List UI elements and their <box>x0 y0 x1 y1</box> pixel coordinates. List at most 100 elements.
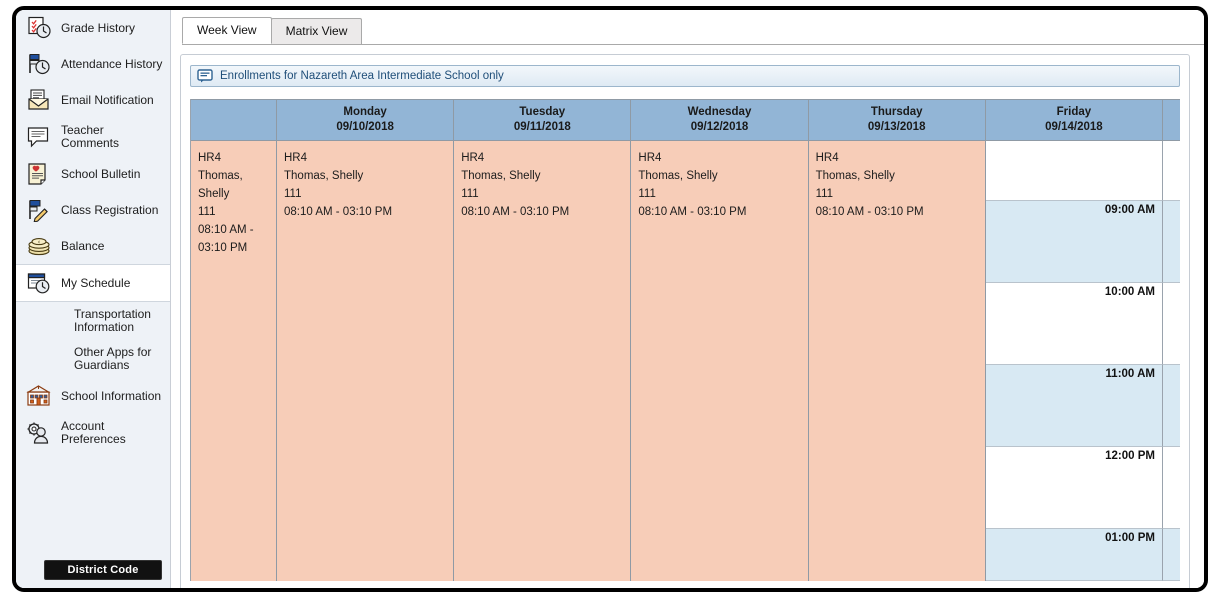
calendar-event-block[interactable]: HR4 Thomas, Shelly 111 08:10 AM - 03:10 PM <box>808 141 986 581</box>
week-calendar: Monday 09/10/2018 Tuesday 09/11/2018 Wednesd… <box>190 99 1180 588</box>
sidebar-item-label: Other Apps for Guardians <box>74 345 152 372</box>
message-monitor-icon <box>197 69 213 83</box>
event-course: HR4 <box>638 152 662 164</box>
school-bulletin-icon <box>26 162 52 186</box>
calendar-event-block[interactable]: HR4 Thomas, Shelly 111 08:10 AM - 03:10 PM <box>631 141 809 581</box>
sidebar-item-account-preferences[interactable]: Account Preferences <box>16 414 170 452</box>
sidebar-item-school-bulletin[interactable]: School Bulletin <box>16 156 170 192</box>
time-slot-label <box>985 141 1163 201</box>
event-time: 08:10 AM - 03:10 PM <box>638 206 747 218</box>
calendar-event-block[interactable]: HR4 Thomas, Shelly 111 08:10 AM - 03:10 PM <box>277 141 455 581</box>
event-teacher: Thomas, Shelly <box>815 170 895 182</box>
day-date: 09/12/2018 <box>690 121 749 133</box>
day-date: 09/10/2018 <box>336 121 394 133</box>
calendar-day-header: Wednesday 09/12/2018 <box>631 99 809 141</box>
sidebar-item-grade-history[interactable]: Grade History <box>16 10 170 46</box>
sidebar-item-label: Grade History <box>61 20 136 35</box>
event-course: HR4 <box>198 152 222 164</box>
school-information-icon <box>26 384 52 408</box>
sidebar-item-label: School Bulletin <box>61 166 141 181</box>
sidebar-item-my-schedule[interactable]: My Schedule <box>16 264 170 302</box>
teacher-comments-icon <box>26 125 52 149</box>
sidebar-item-label: School Information <box>61 388 162 403</box>
event-course: HR4 <box>461 152 485 164</box>
sidebar-item-email-notification[interactable]: Email Notification <box>16 82 170 118</box>
event-time: 08:10 AM - 03:10 PM <box>198 224 254 254</box>
day-name: Thursday <box>870 106 923 118</box>
calendar-event-block[interactable]: HR4 Thomas, Shelly 111 08:10 AM - 03:10 PM <box>454 141 632 581</box>
calendar-day-header: Tuesday 09/11/2018 <box>454 99 632 141</box>
event-course: HR4 <box>284 152 308 164</box>
event-teacher: Thomas, Shelly <box>461 170 541 182</box>
sidebar-item-label: Transportation Information <box>74 307 151 334</box>
day-date: 09/13/2018 <box>867 121 926 133</box>
sidebar-item-label: Attendance History <box>61 56 163 71</box>
event-room: 111 <box>638 188 656 200</box>
day-date: 09/11/2018 <box>513 121 571 133</box>
calendar-grid: Monday 09/10/2018 Tuesday 09/11/2018 Wednesd… <box>190 99 1180 581</box>
event-time: 08:10 AM - 03:10 PM <box>284 206 393 218</box>
sidebar-item-other-apps-for-guardians[interactable]: Other Apps for Guardians <box>16 340 170 378</box>
day-name: Monday <box>343 106 387 118</box>
day-name: Wednesday <box>687 106 752 118</box>
event-time: 08:10 AM - 03:10 PM <box>815 206 924 218</box>
event-room: 111 <box>284 188 302 200</box>
day-name: Tuesday <box>519 106 566 118</box>
day-name: Friday <box>1056 106 1092 118</box>
svg-text:¢: ¢ <box>38 239 40 244</box>
tab-matrix-view[interactable]: Matrix View <box>270 18 363 44</box>
sidebar-item-class-registration[interactable]: Class Registration <box>16 192 170 228</box>
event-time: 08:10 AM - 03:10 PM <box>461 206 570 218</box>
district-code-button[interactable]: District Code <box>44 560 162 580</box>
balance-icon: ¢ <box>26 234 52 258</box>
enrollment-info-bar: Enrollments for Nazareth Area Intermedia… <box>190 65 1180 87</box>
account-preferences-icon <box>26 421 52 445</box>
enrollment-info-text: Enrollments for Nazareth Area Intermedia… <box>220 70 504 82</box>
sidebar-item-label: Email Notification <box>61 92 154 107</box>
event-room: 111 <box>815 188 834 200</box>
sidebar-item-label: Class Registration <box>61 202 159 217</box>
calendar-tail-cell <box>1162 201 1180 283</box>
event-teacher: Thomas, Shelly <box>198 170 243 200</box>
sidebar-item-label: Account Preferences <box>61 419 126 446</box>
time-slot-label: 09:00 AM <box>985 201 1163 283</box>
browser-frame: Grade History Attendance History Email Not… <box>12 6 1208 592</box>
sidebar-item-teacher-comments[interactable]: Teacher Comments <box>16 118 170 156</box>
sidebar-item-label: Teacher Comments <box>61 123 120 150</box>
time-slot-label: 12:00 PM <box>985 447 1163 529</box>
email-notification-icon <box>26 88 52 112</box>
grade-history-icon <box>26 16 52 40</box>
class-registration-icon <box>26 198 52 222</box>
event-room: 111 <box>198 206 216 218</box>
event-room: 111 <box>461 188 479 200</box>
sidebar-item-school-information[interactable]: School Information <box>16 378 170 414</box>
app-screen: Grade History Attendance History Email Not… <box>0 0 1224 592</box>
calendar-day-header: Monday 09/10/2018 <box>277 99 455 141</box>
tab-strip: Week View Matrix View <box>182 16 1204 45</box>
tab-week-view[interactable]: Week View <box>182 17 272 44</box>
calendar-tail-cell <box>1162 447 1180 529</box>
calendar-tail-cell <box>1162 141 1180 201</box>
sidebar-item-label: My Schedule <box>61 275 131 290</box>
time-slot-label: 10:00 AM <box>985 283 1163 365</box>
sidebar-nav-list: Grade History Attendance History Email Not… <box>16 10 170 452</box>
event-teacher: Thomas, Shelly <box>638 170 718 182</box>
sidebar-item-balance[interactable]: ¢ Balance <box>16 228 170 264</box>
calendar-day-header: Thursday 09/13/2018 <box>808 99 986 141</box>
sidebar-item-attendance-history[interactable]: Attendance History <box>16 46 170 82</box>
sidebar-item-transportation-information[interactable]: Transportation Information <box>16 302 170 340</box>
schedule-panel: Enrollments for Nazareth Area Intermedia… <box>180 54 1190 588</box>
sidebar-item-label: Balance <box>61 238 105 253</box>
time-slot-label: 01:00 PM <box>985 529 1163 581</box>
calendar-event-block[interactable]: HR4 Thomas, Shelly 111 08:10 AM - 03:10 PM <box>191 141 277 581</box>
my-schedule-icon <box>26 271 52 295</box>
event-teacher: Thomas, Shelly <box>284 170 364 182</box>
sidebar: Grade History Attendance History Email Not… <box>16 10 171 588</box>
time-slot-label: 11:00 AM <box>985 365 1163 447</box>
calendar-tail-cell <box>1162 365 1180 447</box>
day-date: 09/14/2018 <box>1045 121 1103 133</box>
attendance-history-icon <box>26 52 52 76</box>
calendar-tail-cell <box>1162 529 1180 581</box>
main-content: Week View Matrix View Enrollments for Naz… <box>172 10 1204 588</box>
calendar-day-header: Friday 09/14/2018 <box>985 99 1163 141</box>
